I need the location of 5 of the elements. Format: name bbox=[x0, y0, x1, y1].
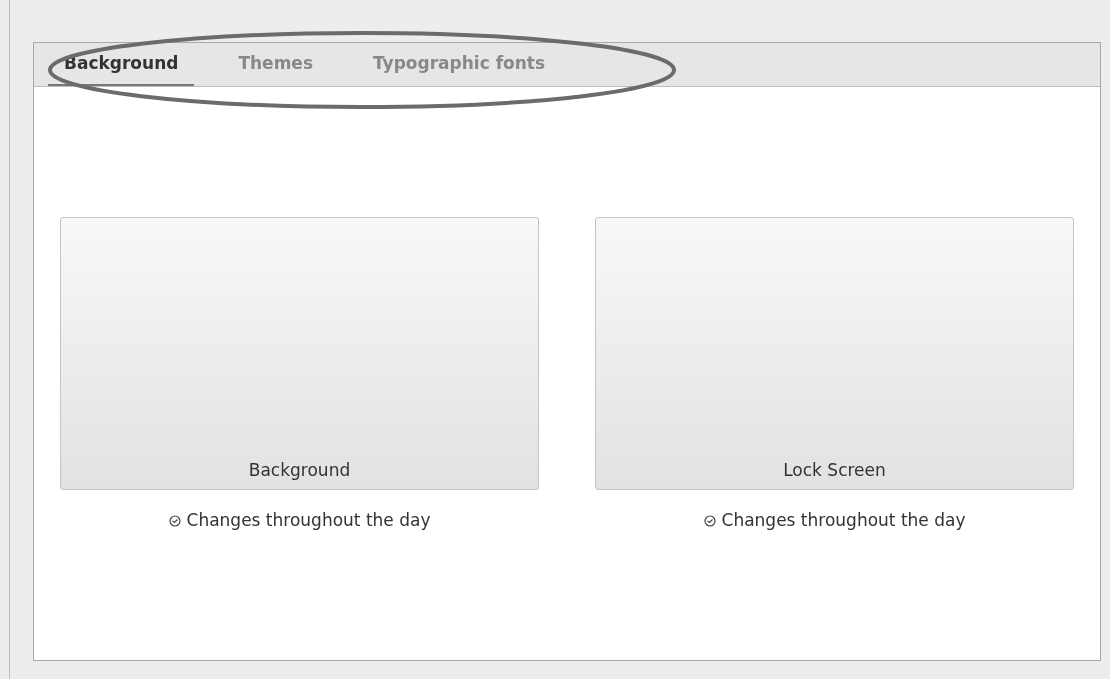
wallpaper-preview[interactable]: Background bbox=[60, 217, 539, 490]
schedule-label: Changes throughout the day bbox=[721, 509, 966, 532]
wallpaper-preview[interactable]: Lock Screen bbox=[595, 217, 1074, 490]
schedule-label: Changes throughout the day bbox=[186, 509, 431, 532]
tab[interactable]: Background bbox=[48, 44, 195, 86]
